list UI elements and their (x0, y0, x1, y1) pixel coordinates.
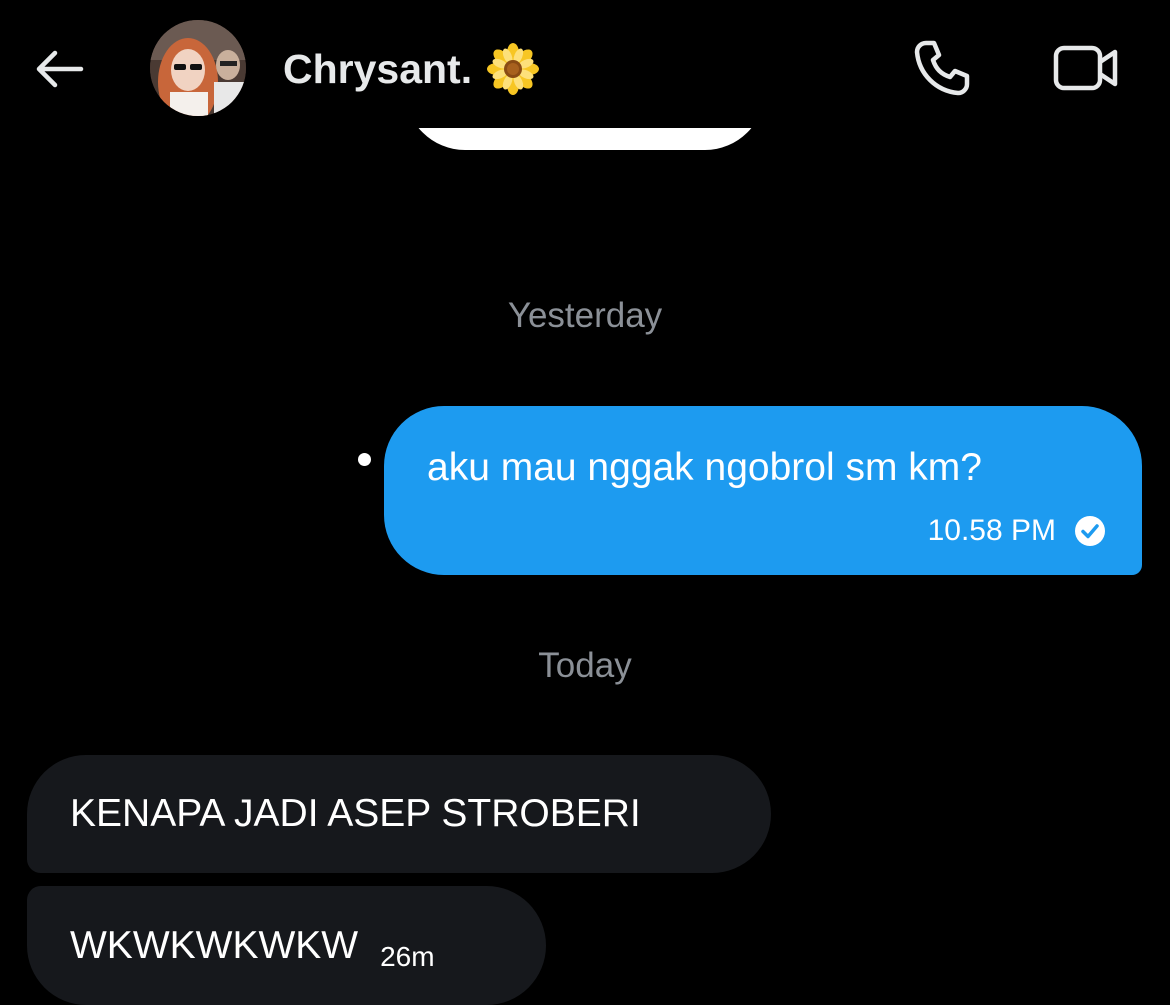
contact-name[interactable]: Chrysant. (283, 42, 540, 96)
arrow-left-icon (36, 50, 84, 88)
sent-message-time: 10.58 PM (927, 514, 1056, 547)
received-message-bubble[interactable]: KENAPA JADI ASEP STROBERI (27, 755, 771, 873)
phone-icon (914, 40, 970, 96)
video-camera-icon (1053, 45, 1118, 91)
received-message-text: KENAPA JADI ASEP STROBERI (70, 792, 641, 835)
sent-message-text: aku mau nggak ngobrol sm km? (427, 446, 982, 489)
video-call-button[interactable] (1052, 38, 1120, 98)
voice-call-button[interactable] (912, 38, 972, 98)
date-separator-today: Today (538, 646, 632, 685)
received-message-time: 26m (380, 940, 435, 972)
contact-avatar[interactable] (150, 20, 246, 116)
received-message-text: WKWKWKWKW (70, 923, 359, 967)
avatar-image (150, 20, 246, 116)
chat-header: Chrysant. (0, 0, 1170, 130)
message-indicator-dot (358, 453, 371, 466)
date-separator-yesterday: Yesterday (507, 296, 663, 335)
sent-message-bubble[interactable]: aku mau nggak ngobrol sm km? 10.58 PM (384, 406, 1142, 575)
received-message-bubble[interactable]: WKWKWKWKW 26m (27, 886, 546, 1005)
contact-name-text: Chrysant. (283, 45, 473, 92)
sunflower-icon (487, 43, 540, 95)
read-check-icon (1075, 516, 1105, 546)
sent-message-meta: 10.58 PM (928, 514, 1106, 548)
back-button[interactable] (30, 40, 88, 98)
